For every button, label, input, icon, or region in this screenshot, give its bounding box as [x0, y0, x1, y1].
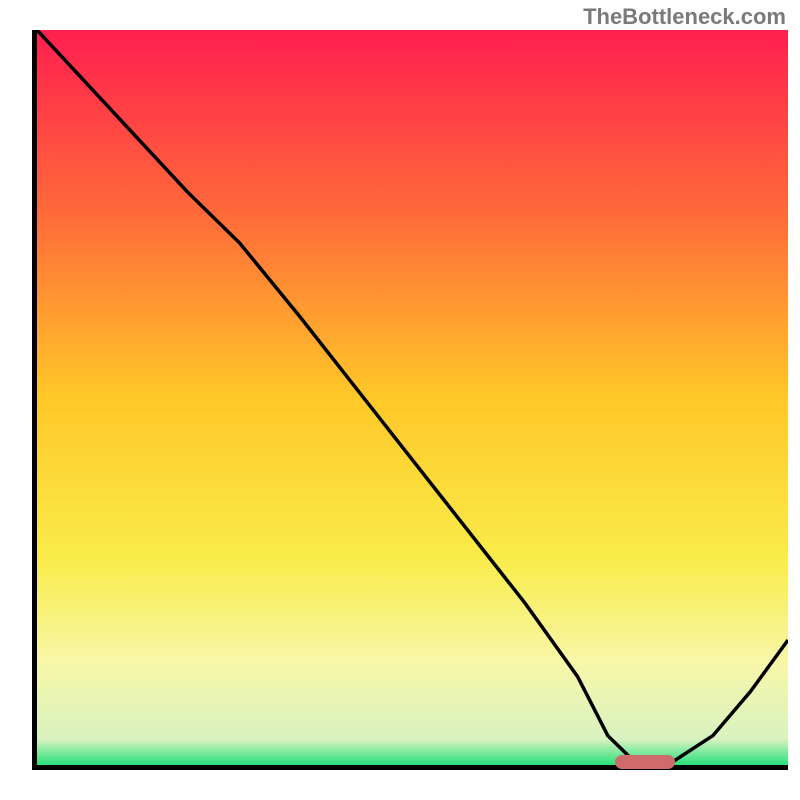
watermark-text: TheBottleneck.com — [583, 4, 786, 30]
chart-background-gradient — [37, 30, 788, 765]
chart-plot-area — [32, 30, 788, 770]
optimal-range-marker — [615, 755, 675, 769]
